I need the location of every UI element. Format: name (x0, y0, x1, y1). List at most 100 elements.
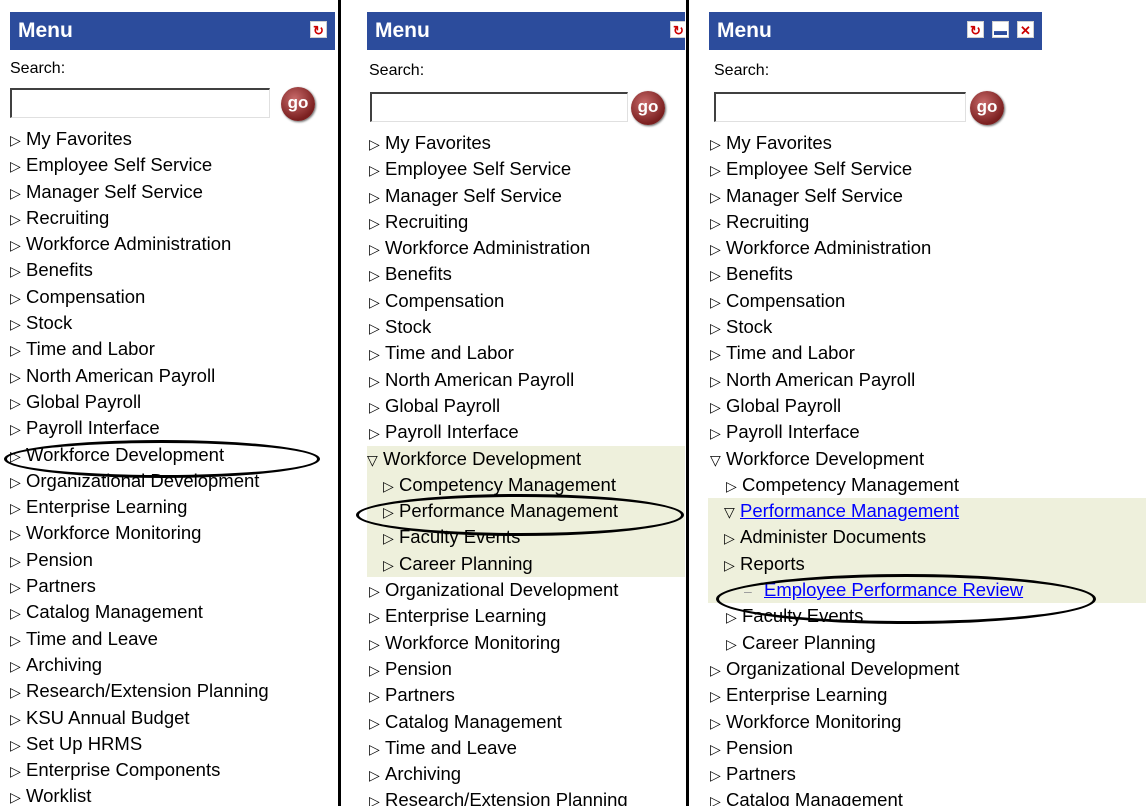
go-button[interactable]: go (970, 91, 1004, 125)
triangle-right-icon: ▷ (383, 530, 394, 547)
menu-item[interactable]: ▷ Global Payroll (10, 389, 337, 415)
menu-item[interactable]: ▷ North American Payroll (10, 363, 337, 389)
menu-item[interactable]: ▷ Research/Extension Planning (369, 787, 685, 806)
search-input[interactable] (370, 92, 628, 122)
menu-item[interactable]: ▷ My Favorites (369, 130, 685, 156)
menu-item[interactable]: ▷ Pension (10, 547, 337, 573)
menu-item[interactable]: ▷ Time and Leave (369, 735, 685, 761)
menu-item[interactable]: ▷ Workforce Monitoring (710, 709, 1146, 735)
menu-item[interactable]: ▷ Global Payroll (710, 393, 1146, 419)
menu-item[interactable]: ▷ Archiving (10, 652, 337, 678)
menu-item[interactable]: ▷ Enterprise Learning (710, 682, 1146, 708)
menu-item[interactable]: ▷ Worklist (10, 783, 337, 806)
triangle-right-icon: ▷ (369, 635, 380, 652)
menu-item[interactable]: ▷ Partners (369, 682, 685, 708)
menu-item[interactable]: ▷ Recruiting (369, 209, 685, 235)
menu-item[interactable]: ▷ Partners (10, 573, 337, 599)
submenu-item-expanded[interactable]: ▽ Performance Management (708, 498, 1146, 525)
menu-item[interactable]: ▷ Organizational Development (369, 577, 685, 603)
menu-item[interactable]: ▷ Partners (710, 761, 1146, 787)
menu-item[interactable]: ▷ Employee Self Service (710, 156, 1146, 182)
menu-item[interactable]: ▷ Employee Self Service (10, 152, 337, 178)
triangle-right-icon: ▷ (10, 210, 21, 227)
menu-item[interactable]: ▷ Catalog Management (369, 709, 685, 735)
menu-item-expanded[interactable]: ▽ Workforce Development (710, 446, 1146, 472)
menu-item[interactable]: ▷ Catalog Management (710, 787, 1146, 806)
menu-item[interactable]: ▷ Catalog Management (10, 599, 337, 625)
go-button[interactable]: go (631, 91, 665, 125)
menu-item[interactable]: ▷ Workforce Administration (710, 235, 1146, 261)
submenu-item[interactable]: ▷ Career Planning (710, 630, 1146, 656)
menu-item[interactable]: ▷ My Favorites (710, 130, 1146, 156)
menu-item[interactable]: ▷ Enterprise Components (10, 757, 337, 783)
menu-item[interactable]: ▷ Recruiting (710, 209, 1146, 235)
submenu-item[interactable]: ▷ Faculty Events (367, 524, 685, 551)
menu-item[interactable]: ▷ Stock (710, 314, 1146, 340)
menu-item[interactable]: ▷ Manager Self Service (710, 183, 1146, 209)
search-input[interactable] (714, 92, 966, 122)
menu-item[interactable]: ▷ Time and Labor (10, 336, 337, 362)
submenu-item[interactable]: ▷ Faculty Events (710, 603, 1146, 629)
menu-item[interactable]: ▷ Organizational Development (710, 656, 1146, 682)
triangle-down-icon: ▽ (724, 504, 735, 521)
menu-item[interactable]: ▷ Compensation (710, 288, 1146, 314)
menu-item[interactable]: ▷ KSU Annual Budget (10, 705, 337, 731)
menu-title: Menu (18, 19, 73, 42)
menu-item[interactable]: ▷ Pension (710, 735, 1146, 761)
menu-item[interactable]: ▷ Manager Self Service (369, 183, 685, 209)
menu-item[interactable]: ▷ Payroll Interface (710, 419, 1146, 445)
menu-item[interactable]: ▷ Recruiting (10, 205, 337, 231)
search-label: Search: (714, 62, 770, 79)
menu-item[interactable]: ▷ Workforce Administration (10, 231, 337, 257)
menu-panel-1: Menu ↻ Search: go ▷ My Favorites ▷ Employe… (0, 0, 337, 806)
menu-item[interactable]: ▷ Enterprise Learning (369, 603, 685, 629)
menu-item[interactable]: ▷ Compensation (10, 284, 337, 310)
menu-item[interactable]: ▷ Manager Self Service (10, 179, 337, 205)
menu-item[interactable]: ▷ North American Payroll (369, 367, 685, 393)
submenu-item[interactable]: ▷ Administer Documents (708, 524, 1146, 551)
menu-item[interactable]: ▷ Payroll Interface (10, 415, 337, 441)
triangle-right-icon: ▷ (10, 263, 21, 280)
submenu-item-performance-management[interactable]: ▷ Performance Management (367, 498, 685, 525)
search-input[interactable] (10, 88, 270, 118)
submenu-item[interactable]: ▷ Competency Management (367, 471, 685, 499)
menu-item[interactable]: ▷ Time and Leave (10, 626, 337, 652)
menu-item[interactable]: ▷ Payroll Interface (369, 419, 685, 445)
menu-item[interactable]: ▷ Pension (369, 656, 685, 682)
menu-item-expanded[interactable]: ▽ Workforce Development (367, 445, 685, 472)
menu-item[interactable]: ▷ Benefits (10, 257, 337, 283)
menu-item[interactable]: ▷ Workforce Administration (369, 235, 685, 261)
close-icon[interactable]: ✕ (1017, 21, 1034, 38)
menu-item[interactable]: ▷ Research/Extension Planning (10, 678, 337, 704)
menu-item[interactable]: ▷ Compensation (369, 288, 685, 314)
refresh-icon[interactable]: ↻ (310, 21, 327, 38)
menu-item[interactable]: ▷ Organizational Development (10, 468, 337, 494)
refresh-icon[interactable]: ↻ (670, 21, 685, 38)
minimize-icon[interactable]: ▬ (992, 21, 1009, 38)
menu-item-workforce-development[interactable]: ▷ Workforce Development (10, 442, 337, 468)
menu-item[interactable]: ▷ Benefits (710, 261, 1146, 287)
submenu-item[interactable]: ▷ Competency Management (710, 472, 1146, 498)
menu-item[interactable]: ▷ Workforce Monitoring (369, 630, 685, 656)
submenu-item[interactable]: ▷ Reports (708, 550, 1146, 578)
menu-item[interactable]: ▷ Stock (10, 310, 337, 336)
menu-item[interactable]: ▷ Global Payroll (369, 393, 685, 419)
menu-item[interactable]: ▷ Benefits (369, 261, 685, 287)
refresh-icon[interactable]: ↻ (967, 21, 984, 38)
menu-item[interactable]: ▷ North American Payroll (710, 367, 1146, 393)
link-employee-performance-review[interactable]: – Employee Performance Review (708, 577, 1146, 604)
triangle-right-icon: ▷ (369, 372, 380, 389)
menu-item[interactable]: ▷ Archiving (369, 761, 685, 787)
menu-item[interactable]: ▷ Time and Labor (369, 340, 685, 366)
triangle-right-icon: ▷ (10, 684, 21, 701)
menu-item[interactable]: ▷ Set Up HRMS (10, 731, 337, 757)
menu-item[interactable]: ▷ Workforce Monitoring (10, 520, 337, 546)
go-button[interactable]: go (281, 87, 315, 121)
submenu-item[interactable]: ▷ Career Planning (367, 550, 685, 578)
menu-item[interactable]: ▷ Time and Labor (710, 340, 1146, 366)
menu-item[interactable]: ▷ Employee Self Service (369, 156, 685, 182)
menu-item[interactable]: ▷ Enterprise Learning (10, 494, 337, 520)
triangle-right-icon: ▷ (726, 609, 737, 626)
menu-item[interactable]: ▷ Stock (369, 314, 685, 340)
menu-item[interactable]: ▷ My Favorites (10, 126, 337, 152)
